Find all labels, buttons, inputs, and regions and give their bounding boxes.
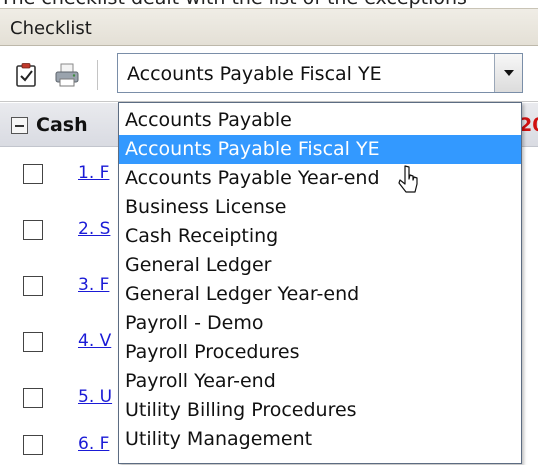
dropdown-option[interactable]: Payroll - Demo (119, 309, 521, 338)
checklist-row: 6. F (0, 425, 120, 465)
row-checkbox[interactable] (23, 388, 43, 408)
dropdown-option[interactable]: Accounts Payable (119, 106, 521, 135)
top-cut-text-content: The checklist dealt with the list of the… (0, 0, 467, 8)
dropdown-option[interactable]: Business License (119, 193, 521, 222)
checklist-row: 1. F (0, 154, 120, 194)
checklist-select-value: Accounts Payable Fiscal YE (127, 63, 382, 85)
print-icon[interactable] (54, 62, 80, 88)
row-checkbox[interactable] (23, 332, 43, 352)
collapse-icon[interactable] (11, 117, 28, 134)
dropdown-option[interactable]: Cash Receipting (119, 222, 521, 251)
dropdown-option[interactable]: General Ledger Year-end (119, 280, 521, 309)
panel-title-bar: Checklist (0, 8, 538, 46)
dropdown-option[interactable]: Payroll Procedures (119, 338, 521, 367)
row-checkbox[interactable] (23, 435, 43, 455)
dropdown-option-selected[interactable]: Accounts Payable Fiscal YE (119, 135, 521, 164)
dropdown-option[interactable]: General Ledger (119, 251, 521, 280)
row-checkbox[interactable] (23, 276, 43, 296)
checklist-row: 2. S (0, 210, 120, 250)
dropdown-option[interactable]: Payroll Year-end (119, 367, 521, 396)
dropdown-option[interactable]: Utility Billing Procedures (119, 396, 521, 425)
checklist-row: 5. U (0, 378, 120, 418)
group-title: Cash (36, 114, 88, 136)
row-link[interactable]: 6. F (78, 434, 109, 454)
row-link[interactable]: 3. F (78, 275, 109, 295)
top-cut-text: The checklist dealt with the list of the… (0, 0, 538, 8)
panel-title: Checklist (10, 18, 92, 39)
row-checkbox[interactable] (23, 164, 43, 184)
checklist-row: 4. V (0, 322, 120, 362)
toolbar: Accounts Payable Fiscal YE (0, 46, 538, 102)
row-link[interactable]: 2. S (78, 219, 110, 239)
dropdown-option[interactable]: Accounts Payable Year-end (119, 164, 521, 193)
dropdown-option[interactable]: Utility Management (119, 425, 521, 454)
row-link[interactable]: 4. V (78, 331, 111, 351)
checklist-icon[interactable] (14, 62, 40, 88)
dropdown-arrow-button[interactable] (494, 54, 522, 92)
row-checkbox[interactable] (23, 220, 43, 240)
checklist-select[interactable]: Accounts Payable Fiscal YE (117, 53, 523, 93)
row-link[interactable]: 1. F (78, 163, 109, 183)
checklist-row: 3. F (0, 266, 120, 306)
checklist-dropdown-list[interactable]: Accounts Payable Accounts Payable Fiscal… (118, 102, 522, 464)
toolbar-separator (97, 60, 98, 90)
row-link[interactable]: 5. U (78, 387, 112, 407)
mouse-cursor-icon (398, 165, 418, 193)
